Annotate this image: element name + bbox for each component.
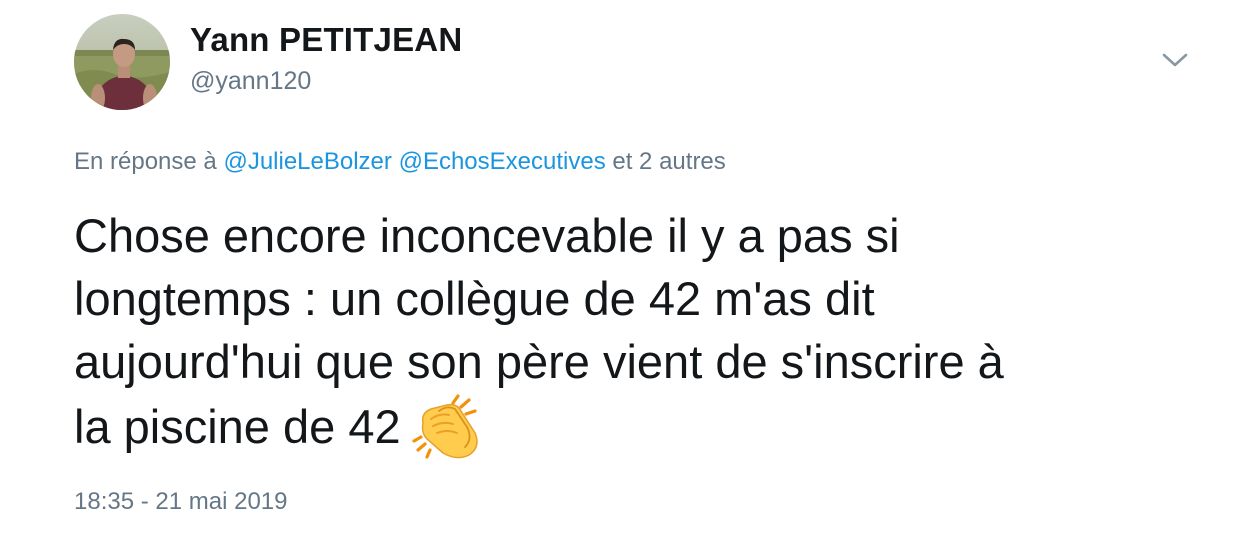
reply-prefix: En réponse à [74,148,217,175]
tweet-card: Yann PETITJEAN @yann120 En réponse à @Ju… [0,0,1246,540]
tweet-text-line: longtemps : un collègue de 42 m'as dit [74,272,875,325]
chevron-down-icon[interactable] [1160,48,1190,72]
tweet-text-line: Chose encore inconcevable il y a pas si [74,209,900,262]
author-display-name[interactable]: Yann PETITJEAN [190,21,462,59]
mention-echosexecutives[interactable]: @EchosExecutives [399,148,606,175]
tweet-text-line-last: la piscine de 42 [74,393,1204,461]
clapping-hands-icon [409,393,485,461]
tweet-text: Chose encore inconcevable il y a pas si … [74,204,1204,461]
mention-julielebolzer[interactable]: @JulieLeBolzer [223,148,391,175]
avatar[interactable] [74,14,170,110]
tweet-text-line-4: la piscine de 42 [74,400,401,453]
tweet-timestamp[interactable]: 18:35 - 21 mai 2019 [74,488,287,516]
author-handle[interactable]: @yann120 [190,67,311,96]
reply-others[interactable]: et 2 autres [612,148,725,175]
reply-context: En réponse à @JulieLeBolzer @EchosExecut… [74,148,726,176]
tweet-text-line: aujourd'hui que son père vient de s'insc… [74,335,1004,388]
